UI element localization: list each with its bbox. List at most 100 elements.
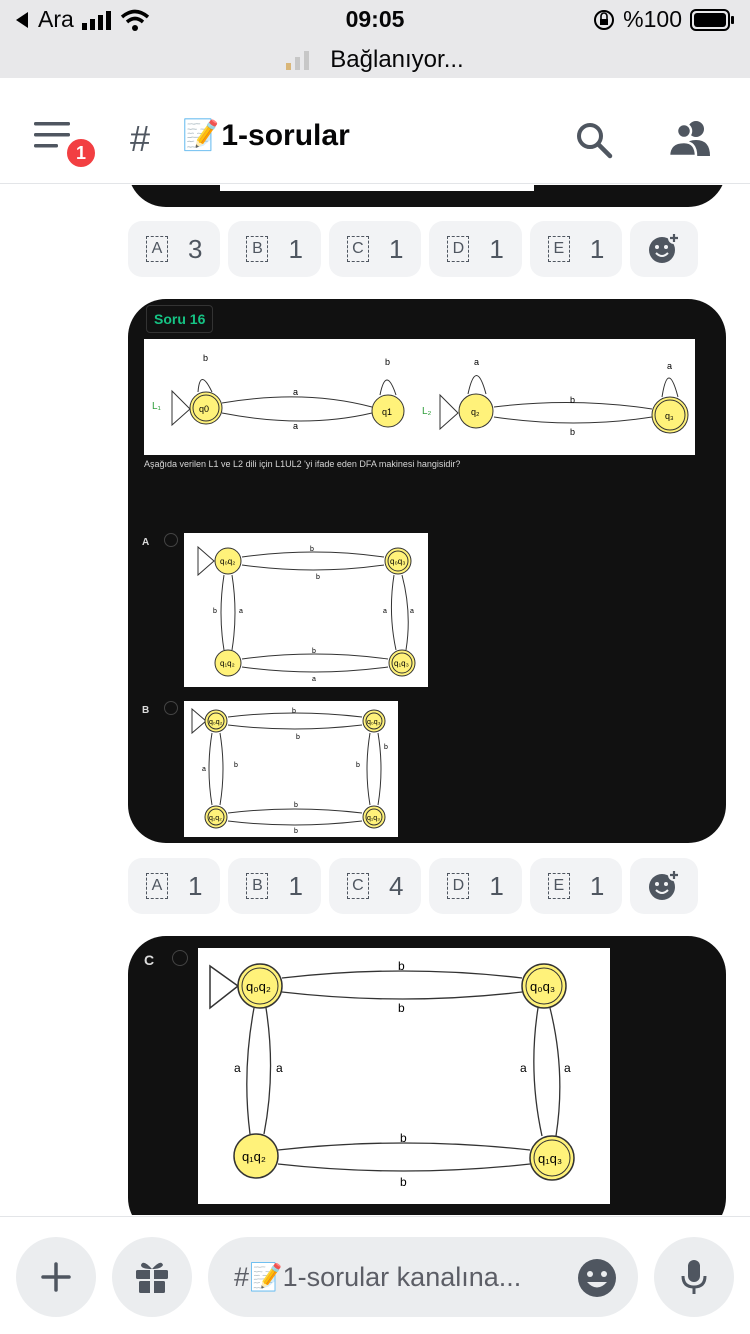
reaction-d[interactable]: D1 — [429, 221, 522, 277]
svg-text:b: b — [316, 574, 320, 581]
svg-text:b: b — [203, 353, 208, 363]
reaction-a[interactable]: A3 — [128, 221, 221, 277]
svg-text:q₁q₂: q₁q₂ — [220, 659, 235, 668]
message-list[interactable]: A3 B1 C1 D1 E1 Soru 16 L₁ q0 b a a q1 b … — [0, 185, 750, 1215]
svg-text:b: b — [294, 802, 298, 809]
svg-text:q1: q1 — [382, 407, 392, 417]
microphone-icon — [681, 1260, 707, 1294]
orientation-lock-icon — [594, 9, 615, 30]
svg-text:b: b — [398, 959, 405, 973]
connecting-text: Bağlanıyor... — [330, 46, 464, 73]
svg-text:a: a — [239, 608, 243, 615]
status-right: %100 — [593, 6, 736, 33]
message-input-placeholder: #📝1-sorular kanalına... — [234, 1262, 522, 1292]
option-b-diagram: q₀q₂ q₀q₃ q₁q₂ q₁q₃ b b a b b b b b — [184, 701, 398, 837]
option-a-diagram: q₀q₂ q₀q₃ q₁q₂ q₁q₃ b b b a a a b a — [184, 533, 428, 687]
reaction-row-top: A3 B1 C1 D1 E1 — [128, 221, 699, 277]
svg-text:q0: q0 — [199, 404, 209, 414]
svg-text:b: b — [292, 708, 296, 715]
svg-text:b: b — [400, 1175, 407, 1189]
emoji-icon[interactable] — [576, 1257, 618, 1299]
svg-text:q₀q₂: q₀q₂ — [209, 719, 223, 726]
svg-text:a: a — [276, 1061, 283, 1075]
reaction-c[interactable]: C4 — [328, 858, 422, 914]
svg-text:a: a — [474, 357, 479, 367]
svg-text:a: a — [202, 766, 206, 773]
option-radio-c[interactable] — [172, 950, 188, 966]
reaction-b[interactable]: B1 — [228, 858, 321, 914]
add-reaction-button[interactable] — [630, 858, 699, 914]
channel-hash-icon: # — [130, 118, 151, 159]
question-attachment-card[interactable]: Soru 16 L₁ q0 b a a q1 b L₂ q₂ a b b q₃ … — [128, 299, 726, 843]
option-radio-b[interactable] — [164, 701, 178, 715]
svg-text:b: b — [234, 762, 238, 769]
battery-icon — [690, 8, 734, 31]
question-tag: Soru 16 — [146, 305, 214, 333]
gift-button[interactable] — [112, 1237, 192, 1317]
add-reaction-icon — [649, 869, 681, 900]
svg-text:a: a — [293, 421, 298, 431]
svg-text:q₀q₃: q₀q₃ — [530, 979, 555, 994]
message-composer: #📝1-sorular kanalına... — [0, 1216, 750, 1334]
search-icon[interactable] — [574, 120, 614, 160]
add-reaction-icon — [649, 232, 681, 263]
voice-message-button[interactable] — [654, 1237, 734, 1317]
svg-text:b: b — [570, 427, 575, 437]
notification-badge: 1 — [64, 136, 98, 170]
reaction-a[interactable]: A1 — [128, 858, 221, 914]
svg-text:b: b — [400, 1131, 407, 1145]
language-automata-diagram: L₁ q0 b a a q1 b L₂ q₂ a b b q₃ a — [144, 339, 695, 455]
svg-text:b: b — [213, 608, 217, 615]
reaction-b[interactable]: B1 — [228, 221, 321, 277]
reaction-e[interactable]: E1 — [529, 858, 623, 914]
svg-text:q₂: q₂ — [471, 407, 480, 417]
attach-button[interactable] — [16, 1237, 96, 1317]
message-input[interactable]: #📝1-sorular kanalına... — [208, 1237, 638, 1317]
connecting-indicator: Bağlanıyor... — [0, 46, 750, 74]
svg-text:q₁q₂: q₁q₂ — [242, 1149, 266, 1164]
svg-text:q₁q₂: q₁q₂ — [209, 815, 222, 822]
svg-text:b: b — [356, 762, 360, 769]
svg-text:a: a — [564, 1061, 571, 1075]
reaction-d[interactable]: D1 — [429, 858, 522, 914]
svg-text:a: a — [667, 361, 672, 371]
reaction-e[interactable]: E1 — [529, 221, 623, 277]
status-bar: Ara 09:05 %100 Bağlanıyor... — [0, 0, 750, 78]
svg-text:b: b — [385, 357, 390, 367]
option-label-a: A — [142, 537, 150, 548]
channel-header: 1 # 📝 1-sorular — [0, 78, 750, 184]
svg-text:b: b — [296, 734, 300, 741]
question-text: Aşağıda verilen L1 ve L2 dili için L1UL2… — [144, 459, 461, 469]
option-label-b: B — [142, 705, 150, 716]
svg-text:b: b — [398, 1001, 405, 1015]
previous-attachment-card[interactable] — [128, 185, 726, 207]
svg-text:q₁q₃: q₁q₃ — [394, 659, 409, 668]
svg-text:q₀q₃: q₀q₃ — [390, 557, 405, 566]
option-c-attachment-card[interactable]: C q₀q₂ q₀q₃ q₁q₂ q₁q₃ b b a a a a b b — [128, 936, 726, 1215]
gift-icon — [136, 1262, 168, 1293]
svg-text:a: a — [383, 608, 387, 615]
reaction-c[interactable]: C1 — [328, 221, 422, 277]
svg-text:b: b — [570, 395, 575, 405]
svg-text:q₀q₃: q₀q₃ — [367, 719, 381, 726]
svg-text:L₁: L₁ — [152, 401, 162, 412]
svg-text:a: a — [312, 676, 316, 683]
svg-text:b: b — [312, 648, 316, 655]
svg-text:a: a — [293, 387, 298, 397]
option-radio-a[interactable] — [164, 533, 178, 547]
memo-emoji-icon: 📝 — [182, 119, 220, 152]
svg-text:b: b — [294, 828, 298, 835]
svg-text:a: a — [234, 1061, 241, 1075]
channel-title[interactable]: 📝 1-sorular — [182, 118, 350, 153]
svg-text:q₁q₃: q₁q₃ — [538, 1151, 562, 1166]
option-label-c: C — [144, 952, 155, 968]
plus-icon — [41, 1262, 71, 1292]
svg-text:q₁q₃: q₁q₃ — [367, 815, 380, 822]
reaction-row-middle: A1 B1 C4 D1 E1 — [128, 858, 699, 914]
option-c-diagram: q₀q₂ q₀q₃ q₁q₂ q₁q₃ b b a a a a b b — [198, 948, 610, 1204]
svg-text:a: a — [410, 608, 414, 615]
members-icon[interactable] — [666, 118, 714, 158]
svg-text:q₃: q₃ — [665, 411, 674, 421]
add-reaction-button[interactable] — [630, 221, 699, 277]
channel-name: 1-sorular — [221, 118, 350, 152]
